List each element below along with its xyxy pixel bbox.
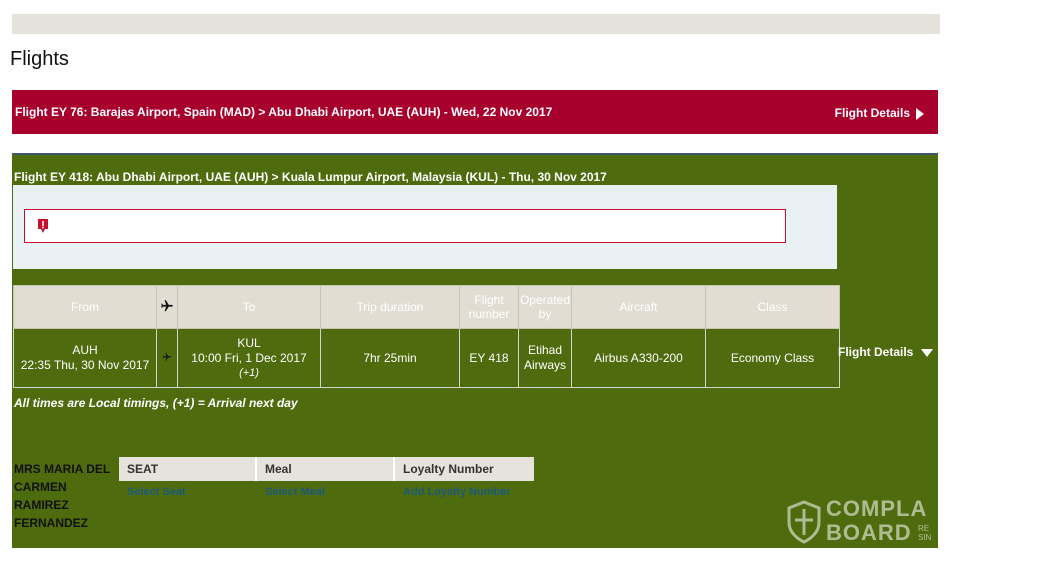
- passenger-options-header: SEAT Meal Loyalty Number: [119, 457, 534, 481]
- plane-icon: [162, 352, 172, 361]
- header-duration: Trip duration: [320, 285, 460, 329]
- cell-aircraft: Airbus A330-200: [571, 328, 706, 388]
- flight-1-route: Flight EY 76: Barajas Airport, Spain (MA…: [15, 105, 553, 119]
- header-to: To: [177, 285, 321, 329]
- header-aircraft: Aircraft: [571, 285, 706, 329]
- to-next-day: (+1): [239, 366, 259, 379]
- watermark: COMPLA BOARD RE SIN: [784, 498, 938, 546]
- to-code: KUL: [237, 335, 261, 350]
- header-class: Class: [705, 285, 840, 329]
- header-from: From: [13, 285, 157, 329]
- cell-operated-by: Etihad Airways: [518, 328, 572, 388]
- cell-to: KUL 10:00 Fri, 1 Dec 2017 (+1): [177, 328, 321, 388]
- flight-segment-2: Flight EY 418: Abu Dhabi Airport, UAE (A…: [12, 153, 938, 548]
- flight-details-label: Flight Details: [834, 106, 910, 120]
- alert-panel: [13, 185, 837, 269]
- table-row: AUH 22:35 Thu, 30 Nov 2017 KUL 10:00 Fri…: [13, 328, 840, 388]
- chevron-down-icon: [921, 348, 934, 357]
- flight-details-label: Flight Details: [838, 345, 914, 359]
- add-loyalty-link[interactable]: Add Loyalty Number: [395, 481, 534, 498]
- shield-icon: [787, 500, 821, 544]
- alert-message-box: [24, 209, 786, 243]
- flight-2-details-button[interactable]: Flight Details: [838, 345, 934, 359]
- watermark-line-1: COMPLA: [826, 498, 928, 521]
- timing-note: All times are Local timings, (+1) = Arri…: [14, 396, 298, 410]
- table-header-row: From To Trip duration Flight number Oper…: [13, 285, 840, 329]
- flight-2-route: Flight EY 418: Abu Dhabi Airport, UAE (A…: [14, 170, 607, 184]
- top-bar: [12, 14, 940, 34]
- header-flight-number: Flight number: [459, 285, 519, 329]
- watermark-line-2: BOARD: [826, 520, 912, 545]
- to-time: 10:00 Fri, 1 Dec 2017: [191, 350, 307, 365]
- cell-plane: [156, 328, 178, 388]
- cell-flight-number: EY 418: [459, 328, 519, 388]
- select-seat-link[interactable]: Select Seat: [119, 481, 257, 498]
- cell-from: AUH 22:35 Thu, 30 Nov 2017: [13, 328, 157, 388]
- column-meal: Meal: [257, 457, 395, 481]
- select-meal-link[interactable]: Select Meal: [257, 481, 395, 498]
- flight-segment-1[interactable]: Flight EY 76: Barajas Airport, Spain (MA…: [12, 90, 938, 134]
- passenger-options: SEAT Meal Loyalty Number Select Seat Sel…: [119, 457, 534, 498]
- watermark-small-1: RE: [918, 524, 930, 533]
- from-code: AUH: [72, 343, 98, 357]
- page-title: Flights: [10, 48, 69, 70]
- cell-class: Economy Class: [705, 328, 840, 388]
- chevron-right-icon: [916, 107, 924, 120]
- from-time: 22:35 Thu, 30 Nov 2017: [20, 358, 150, 372]
- header-operated-by: Operated by: [518, 285, 572, 329]
- flight-1-details-button[interactable]: Flight Details: [835, 106, 924, 120]
- column-loyalty: Loyalty Number: [395, 457, 534, 481]
- passenger-name: MRS MARIA DEL CARMEN RAMIREZ FERNANDEZ: [14, 462, 110, 530]
- cell-duration: 7hr 25min: [320, 328, 460, 388]
- column-seat: SEAT: [119, 457, 257, 481]
- alert-icon: [38, 219, 48, 233]
- plane-icon: [161, 299, 173, 311]
- header-plane: [156, 285, 178, 329]
- flight-info-table: From To Trip duration Flight number Oper…: [13, 285, 840, 388]
- watermark-small-2: SIN: [918, 533, 932, 542]
- passenger-options-links: Select Seat Select Meal Add Loyalty Numb…: [119, 481, 534, 498]
